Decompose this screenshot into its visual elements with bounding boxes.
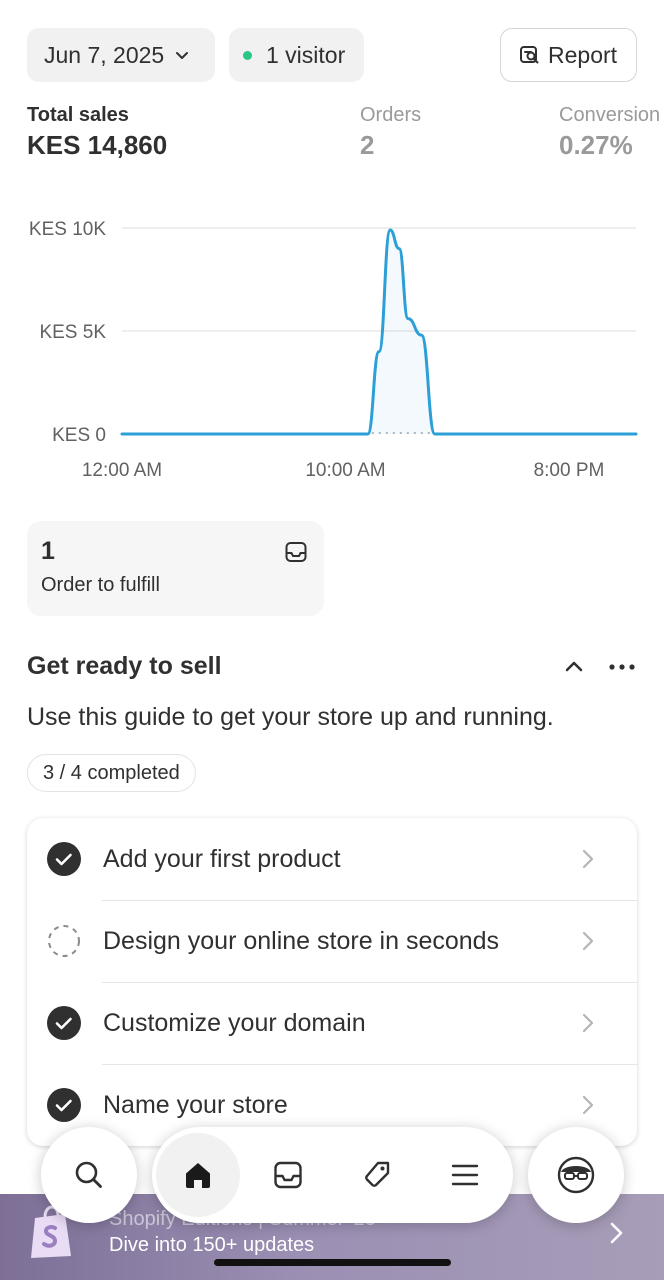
setup-guide-title: Get ready to sell [27,652,222,680]
x-tick-label: 10:00 AM [305,460,385,481]
chevron-right-icon [610,1222,623,1244]
orders-icon [274,1161,302,1189]
chevron-down-icon [176,52,189,59]
setup-guide-actions [561,654,637,680]
check-circle-icon [47,1006,81,1040]
nav-menu-button[interactable] [429,1127,501,1223]
y-tick-label: KES 5K [39,322,106,343]
report-label: Report [548,41,618,68]
metric-value: KES 14,860 [27,130,168,160]
home-indicator [214,1259,451,1266]
chevron-right-icon [582,1013,594,1033]
task-label: Name your store [103,1090,288,1119]
metric-total-sales[interactable]: Total sales KES 14,860 [27,104,167,161]
promo-subtitle: Dive into 150+ updates [109,1234,315,1256]
task-design-store[interactable]: Design your online store in seconds [27,900,637,982]
metric-label: Orders [360,104,422,126]
more-options-icon[interactable] [607,654,637,680]
metric-label: Conversion [559,104,661,126]
live-dot-icon [243,50,252,60]
nav-products-button[interactable] [341,1127,413,1223]
x-tick-label: 12:00 AM [82,460,162,481]
fulfill-label: Order to fulfill [41,574,160,596]
task-label: Customize your domain [103,1008,366,1037]
date-picker-button[interactable]: Jun 7, 2025 [27,28,215,82]
metric-orders[interactable]: Orders 2 [360,104,421,161]
report-button[interactable]: Report [500,28,637,82]
chevron-up-icon[interactable] [561,654,587,680]
chevron-right-icon [582,931,594,951]
inbox-icon [285,542,307,562]
nav-profile-button[interactable] [528,1127,624,1223]
report-icon [520,46,539,64]
menu-icon [451,1164,479,1186]
check-circle-icon [47,1088,81,1122]
series-area [122,230,636,434]
metrics-row: Total sales KES 14,860 Orders 2 Conversi… [27,104,664,164]
metric-value: 2 [360,130,375,160]
task-label: Add your first product [103,844,341,873]
visitors-label: 1 visitor [266,41,346,68]
home-icon [186,1163,210,1188]
chevron-right-icon [582,1095,594,1115]
setup-guide-description: Use this guide to get your store up and … [27,703,554,731]
profile-avatar-icon [557,1156,595,1194]
metric-conversion[interactable]: Conversion 0.27% [559,104,660,161]
metric-value: 0.27% [559,130,633,160]
task-label: Design your online store in seconds [103,926,500,955]
x-tick-label: 8:00 PM [534,460,605,481]
y-tick-label: KES 0 [52,425,106,446]
incomplete-circle-icon [48,925,80,957]
setup-progress-badge: 3 / 4 completed [27,754,196,792]
nav-search-button[interactable] [41,1127,137,1223]
search-icon [75,1161,102,1188]
top-bar: Jun 7, 2025 1 visitor Report [27,28,637,82]
nav-orders-button[interactable] [252,1127,324,1223]
check-circle-icon [47,842,81,876]
bottom-nav [152,1127,513,1223]
nav-home-button[interactable] [156,1127,240,1223]
visitors-badge[interactable]: 1 visitor [229,28,364,82]
task-customize-domain[interactable]: Customize your domain [27,982,637,1064]
orders-to-fulfill-card[interactable]: 1 Order to fulfill [27,521,324,616]
date-label: Jun 7, 2025 [44,41,165,68]
task-add-product[interactable]: Add your first product [27,818,637,900]
y-tick-label: KES 10K [29,219,106,240]
nav-active-indicator [156,1133,240,1217]
metric-label: Total sales [27,104,129,126]
setup-task-list: Add your first product Design your onlin… [27,818,637,1146]
products-tag-icon [365,1161,390,1187]
setup-guide-header: Get ready to sell [27,652,637,688]
chevron-right-icon [582,849,594,869]
fulfill-count: 1 [41,537,55,565]
sales-chart[interactable]: KES 0 KES 5K KES 10K 12:00 AM 10:00 AM 8:00 P… [0,200,664,500]
